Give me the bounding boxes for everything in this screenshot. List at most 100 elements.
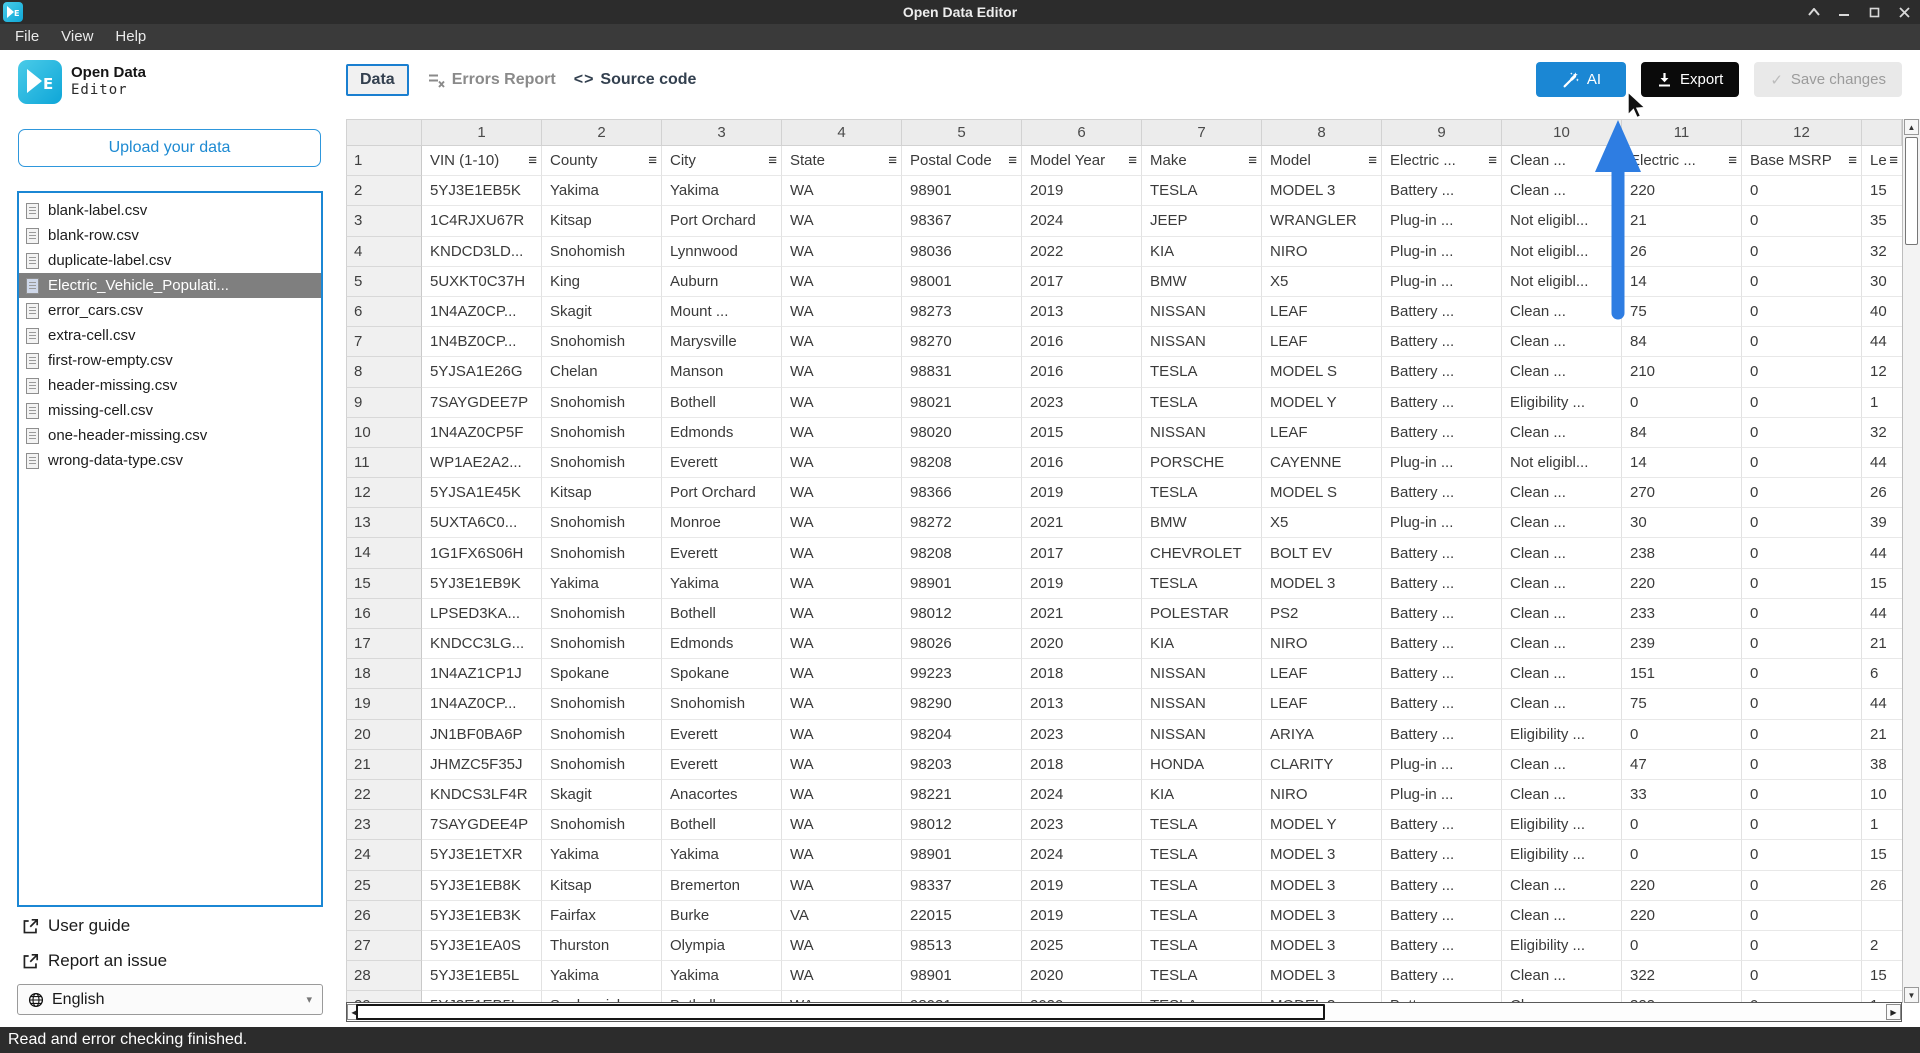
data-cell[interactable]: 2 <box>1862 931 1902 961</box>
data-cell[interactable]: Eligibility ... <box>1502 720 1622 750</box>
data-cell[interactable]: 0 <box>1742 659 1862 689</box>
data-cell[interactable]: WA <box>782 388 902 418</box>
data-cell[interactable]: JEEP <box>1142 206 1262 236</box>
header-cell[interactable]: State≡ <box>782 146 902 176</box>
data-cell[interactable]: Plug-in ... <box>1382 508 1502 538</box>
data-cell[interactable]: 0 <box>1742 569 1862 599</box>
data-cell[interactable]: Spokane <box>662 659 782 689</box>
maximize-button[interactable] <box>1862 2 1886 22</box>
data-cell[interactable]: CAYENNE <box>1262 448 1382 478</box>
data-cell[interactable]: Plug-in ... <box>1382 448 1502 478</box>
data-cell[interactable]: 98208 <box>902 538 1022 568</box>
row-number[interactable]: 5 <box>346 267 422 297</box>
data-cell[interactable]: TESLA <box>1142 176 1262 206</box>
data-cell[interactable]: 32 <box>1862 418 1902 448</box>
data-cell[interactable]: NISSAN <box>1142 297 1262 327</box>
data-cell[interactable]: Fairfax <box>542 901 662 931</box>
file-list-item[interactable]: missing-cell.csv <box>19 398 321 423</box>
data-cell[interactable]: Battery ... <box>1382 569 1502 599</box>
data-cell[interactable]: KNDCS3LF4R <box>422 780 542 810</box>
row-number[interactable]: 27 <box>346 931 422 961</box>
data-cell[interactable]: 2019 <box>1022 871 1142 901</box>
data-cell[interactable]: 98270 <box>902 327 1022 357</box>
data-cell[interactable]: 98012 <box>902 599 1022 629</box>
data-cell[interactable]: Battery ... <box>1382 629 1502 659</box>
data-cell[interactable]: WRANGLER <box>1262 206 1382 236</box>
menu-item[interactable]: View <box>50 24 104 50</box>
data-cell[interactable]: King <box>542 267 662 297</box>
data-cell[interactable]: POLESTAR <box>1142 599 1262 629</box>
column-menu-icon[interactable]: ≡ <box>768 146 777 175</box>
data-cell[interactable]: 2018 <box>1022 659 1142 689</box>
data-cell[interactable]: 0 <box>1742 357 1862 387</box>
data-cell[interactable]: 98366 <box>902 478 1022 508</box>
data-cell[interactable]: 98290 <box>902 689 1022 719</box>
data-cell[interactable]: Edmonds <box>662 629 782 659</box>
data-cell[interactable]: JHMZC5F35J <box>422 750 542 780</box>
row-number[interactable]: 4 <box>346 237 422 267</box>
data-cell[interactable]: 2021 <box>1022 508 1142 538</box>
export-button[interactable]: Export <box>1641 62 1739 97</box>
data-cell[interactable]: WA <box>782 448 902 478</box>
data-cell[interactable]: PS2 <box>1262 599 1382 629</box>
data-cell[interactable]: Snohomish <box>542 508 662 538</box>
column-number[interactable]: 3 <box>662 119 782 146</box>
data-cell[interactable]: 26 <box>1862 478 1902 508</box>
data-cell[interactable]: Thurston <box>542 931 662 961</box>
data-cell[interactable]: Snohomish <box>662 689 782 719</box>
data-cell[interactable]: Yakima <box>542 176 662 206</box>
data-cell[interactable]: MODEL S <box>1262 357 1382 387</box>
data-cell[interactable]: 98901 <box>902 961 1022 991</box>
data-cell[interactable]: 98208 <box>902 448 1022 478</box>
data-cell[interactable]: BMW <box>1142 267 1262 297</box>
data-cell[interactable]: 1G1FX6S06H <box>422 538 542 568</box>
data-cell[interactable]: 220 <box>1622 901 1742 931</box>
data-cell[interactable]: Battery ... <box>1382 810 1502 840</box>
data-cell[interactable]: 44 <box>1862 327 1902 357</box>
data-cell[interactable]: Anacortes <box>662 780 782 810</box>
data-cell[interactable]: Battery ... <box>1382 357 1502 387</box>
column-menu-icon[interactable]: ≡ <box>1728 146 1737 175</box>
data-cell[interactable]: WA <box>782 297 902 327</box>
data-cell[interactable]: 7SAYGDEE4P <box>422 810 542 840</box>
file-list-item[interactable]: error_cars.csv <box>19 298 321 323</box>
data-cell[interactable]: Plug-in ... <box>1382 750 1502 780</box>
data-cell[interactable]: 1N4AZ0CP... <box>422 689 542 719</box>
data-cell[interactable]: 30 <box>1622 508 1742 538</box>
data-cell[interactable]: Battery ... <box>1382 931 1502 961</box>
data-cell[interactable]: 35 <box>1862 206 1902 236</box>
data-cell[interactable]: MODEL 3 <box>1262 569 1382 599</box>
data-cell[interactable]: 10 <box>1862 780 1902 810</box>
column-number[interactable]: 1 <box>422 119 542 146</box>
row-number[interactable]: 8 <box>346 357 422 387</box>
data-cell[interactable]: 15 <box>1862 569 1902 599</box>
menu-item[interactable]: Help <box>104 24 157 50</box>
data-cell[interactable]: NISSAN <box>1142 689 1262 719</box>
data-cell[interactable]: WA <box>782 418 902 448</box>
data-cell[interactable]: Battery ... <box>1382 720 1502 750</box>
data-cell[interactable]: 2019 <box>1022 569 1142 599</box>
data-cell[interactable]: 5YJ3E1EB5L <box>422 961 542 991</box>
data-cell[interactable]: Battery ... <box>1382 176 1502 206</box>
scroll-down-arrow[interactable]: ▼ <box>1904 987 1919 1003</box>
data-cell[interactable]: X5 <box>1262 508 1382 538</box>
data-cell[interactable]: 2025 <box>1022 931 1142 961</box>
data-cell[interactable]: 75 <box>1622 689 1742 719</box>
data-cell[interactable]: 0 <box>1742 840 1862 870</box>
vertical-scrollbar[interactable]: ▲ ▼ <box>1902 119 1920 1003</box>
shade-window-button[interactable] <box>1802 2 1826 22</box>
column-number[interactable]: 2 <box>542 119 662 146</box>
file-list-item[interactable]: wrong-data-type.csv <box>19 448 321 473</box>
language-select[interactable]: English ▾ <box>17 984 323 1015</box>
tab-data[interactable]: Data <box>346 64 409 96</box>
data-cell[interactable]: 210 <box>1622 357 1742 387</box>
data-cell[interactable]: WA <box>782 538 902 568</box>
data-cell[interactable]: 0 <box>1742 810 1862 840</box>
data-cell[interactable]: 98901 <box>902 569 1022 599</box>
data-cell[interactable]: Snohomish <box>542 327 662 357</box>
data-cell[interactable]: 0 <box>1742 297 1862 327</box>
data-cell[interactable]: 2024 <box>1022 840 1142 870</box>
data-cell[interactable] <box>1862 901 1902 931</box>
data-cell[interactable]: NISSAN <box>1142 659 1262 689</box>
data-cell[interactable]: 2015 <box>1022 418 1142 448</box>
